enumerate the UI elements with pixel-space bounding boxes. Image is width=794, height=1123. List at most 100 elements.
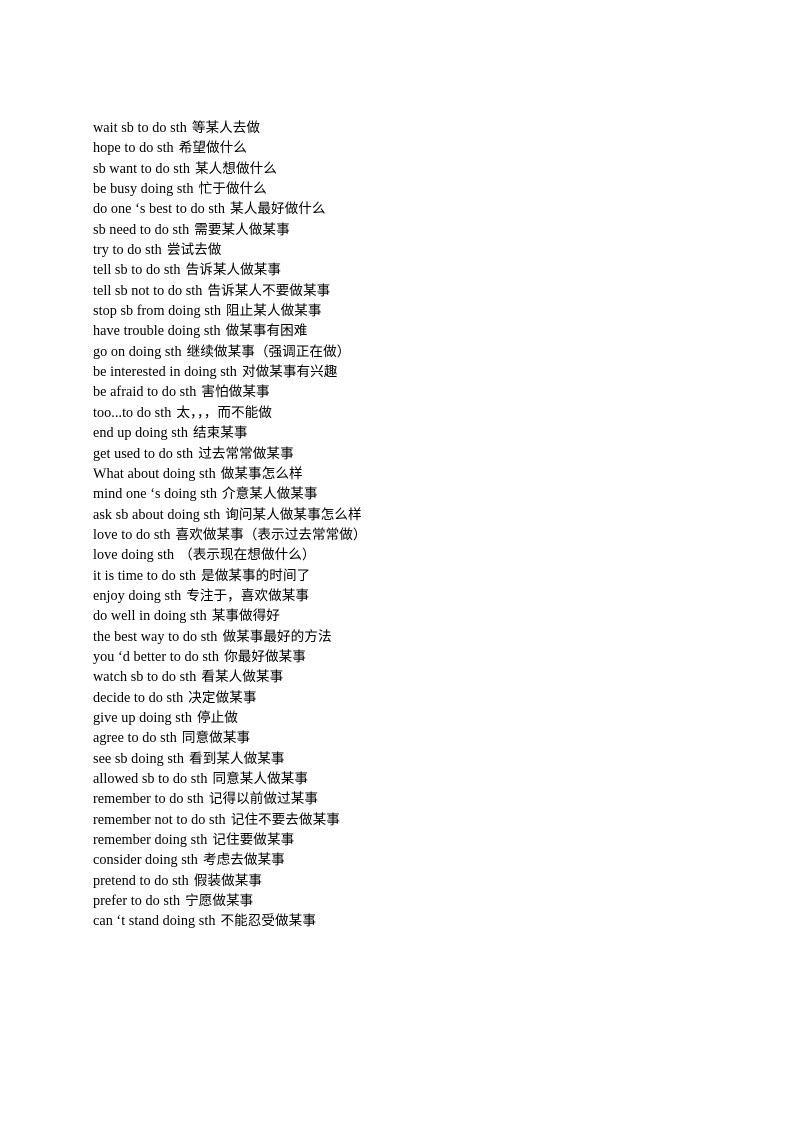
phrase-english: mind one ‘s doing sth	[93, 486, 218, 503]
phrase-chinese: 告诉某人不要做某事	[207, 282, 331, 299]
list-item: decide to do sth 决定做某事	[93, 688, 733, 708]
list-item: prefer to do sth 宁愿做某事	[93, 891, 733, 911]
phrase-chinese: 继续做某事（强调正在做）	[186, 343, 351, 360]
phrase-english: be busy doing sth	[93, 181, 194, 198]
phrase-english: allowed sb to do sth	[93, 771, 208, 787]
phrase-chinese: 介意某人做某事	[222, 486, 318, 503]
phrase-chinese: 考虑去做某事	[202, 852, 285, 869]
phrase-chinese: 决定做某事	[188, 689, 257, 706]
list-item: agree to do sth 同意做某事	[93, 728, 733, 748]
list-item: have trouble doing sth 做某事有困难	[93, 321, 733, 341]
phrase-english: be afraid to do sth	[93, 384, 197, 401]
phrase-english: have trouble doing sth	[93, 323, 221, 340]
list-item: remember not to do sth 记住不要去做某事	[93, 810, 733, 830]
phrase-chinese: 同意做某事	[181, 730, 251, 747]
list-item: remember to do sth 记得以前做过某事	[93, 789, 733, 809]
phrase-english: remember to do sth	[93, 791, 204, 808]
list-item: remember doing sth 记住要做某事	[93, 830, 733, 850]
list-item: get used to do sth 过去常常做某事	[93, 444, 733, 464]
list-item: can ‘t stand doing sth 不能忍受做某事	[93, 911, 733, 931]
phrase-english: tell sb not to do sth	[93, 282, 203, 299]
phrase-english: sb need to do sth	[93, 221, 190, 238]
list-item: try to do sth 尝试去做	[93, 240, 733, 260]
list-item: allowed sb to do sth 同意某人做某事	[93, 769, 733, 789]
list-item: hope to do sth 希望做什么	[93, 138, 733, 158]
phrase-chinese: 对做某事有兴趣	[241, 364, 338, 381]
phrase-chinese: 尝试去做	[166, 242, 222, 259]
phrase-english: can ‘t stand doing sth	[93, 913, 216, 930]
list-item: mind one ‘s doing sth 介意某人做某事	[93, 484, 733, 504]
phrase-chinese: 做某事最好的方法	[222, 628, 332, 645]
phrase-chinese: （表示现在想做什么）	[179, 547, 316, 564]
phrase-english: do one ‘s best to do sth	[93, 201, 226, 218]
phrase-english: decide to do sth	[93, 689, 184, 706]
phrase-chinese: 询问某人做某事怎么样	[225, 506, 362, 523]
list-item: see sb doing sth 看到某人做某事	[93, 749, 733, 769]
phrase-english: watch sb to do sth	[93, 669, 197, 686]
phrase-english: it is time to do sth	[93, 567, 197, 584]
phrase-chinese: 某人想做什么	[195, 160, 277, 177]
phrase-english: give up doing sth	[93, 709, 192, 726]
phrase-english: pretend to do sth	[93, 872, 189, 889]
phrase-chinese: 做某事有困难	[225, 323, 308, 340]
list-item: tell sb not to do sth 告诉某人不要做某事	[93, 281, 733, 301]
list-item: be afraid to do sth 害怕做某事	[93, 382, 733, 402]
phrase-chinese: 过去常常做某事	[198, 445, 294, 462]
list-item: do well in doing sth 某事做得好	[93, 606, 733, 626]
phrase-chinese: 喜欢做某事（表示过去常常做）	[175, 526, 367, 543]
phrase-english: consider doing sth	[93, 852, 198, 869]
phrase-chinese: 记住要做某事	[212, 832, 295, 849]
phrase-english: tell sb to do sth	[93, 262, 181, 279]
phrase-english: too...to do sth	[93, 404, 172, 421]
phrase-list: wait sb to do sth 等某人去做 hope to do sth 希望做什…	[93, 118, 733, 932]
phrase-english: be interested in doing sth	[93, 364, 237, 381]
phrase-english: try to do sth	[93, 242, 162, 259]
phrase-english: you ‘d better to do sth	[93, 648, 220, 665]
list-item: ask sb about doing sth 询问某人做某事怎么样	[93, 505, 733, 525]
phrase-chinese: 停止做	[196, 709, 238, 726]
phrase-english: go on doing sth	[93, 343, 182, 360]
phrase-chinese: 看到某人做某事	[189, 750, 285, 767]
phrase-english: enjoy doing sth	[93, 587, 182, 604]
list-item: stop sb from doing sth 阻止某人做某事	[93, 301, 733, 321]
phrase-chinese: 记得以前做过某事	[208, 791, 318, 808]
phrase-english: stop sb from doing sth	[93, 303, 222, 320]
phrase-chinese: 结束某事	[193, 425, 248, 442]
list-item: love to do sth 喜欢做某事（表示过去常常做）	[93, 525, 733, 545]
phrase-english: see sb doing sth	[93, 750, 185, 767]
list-item: sb want to do sth 某人想做什么	[93, 159, 733, 179]
phrase-english: end up doing sth	[93, 425, 188, 442]
phrase-chinese: 是做某事的时间了	[201, 567, 311, 584]
phrase-chinese: 记住不要去做某事	[230, 811, 340, 828]
phrase-english: remember doing sth	[93, 832, 208, 849]
phrase-chinese: 太，，，而不能做	[176, 404, 272, 421]
list-item: end up doing sth 结束某事	[93, 423, 733, 443]
phrase-chinese: 阻止某人做某事	[226, 303, 322, 320]
phrase-english: hope to do sth	[93, 140, 174, 157]
list-item: you ‘d better to do sth 你最好做某事	[93, 647, 733, 667]
phrase-english: What about doing sth	[93, 465, 216, 482]
phrase-english: ask sb about doing sth	[93, 506, 221, 523]
phrase-english: prefer to do sth	[93, 893, 181, 910]
phrase-chinese: 某人最好做什么	[230, 201, 326, 218]
list-item: go on doing sth 继续做某事（强调正在做）	[93, 342, 733, 362]
phrase-english: love doing sth	[93, 547, 175, 564]
phrase-chinese: 告诉某人做某事	[185, 262, 282, 279]
list-item: give up doing sth 停止做	[93, 708, 733, 728]
list-item: it is time to do sth 是做某事的时间了	[93, 566, 733, 586]
phrase-chinese: 做某事怎么样	[220, 465, 303, 482]
phrase-english: the best way to do sth	[93, 628, 218, 645]
list-item: sb need to do sth 需要某人做某事	[93, 220, 733, 240]
phrase-english: get used to do sth	[93, 445, 194, 462]
list-item: be interested in doing sth 对做某事有兴趣	[93, 362, 733, 382]
phrase-chinese: 同意某人做某事	[212, 771, 309, 787]
list-item: watch sb to do sth 看某人做某事	[93, 667, 733, 687]
list-item: do one ‘s best to do sth 某人最好做什么	[93, 199, 733, 219]
phrase-chinese: 忙于做什么	[198, 181, 267, 198]
document-page: wait sb to do sth 等某人去做 hope to do sth 希望做什…	[0, 0, 794, 1123]
phrase-chinese: 需要某人做某事	[194, 221, 290, 238]
phrase-chinese: 希望做什么	[178, 140, 247, 157]
list-item: What about doing sth 做某事怎么样	[93, 464, 733, 484]
list-item: love doing sth （表示现在想做什么）	[93, 545, 733, 565]
list-item: the best way to do sth 做某事最好的方法	[93, 627, 733, 647]
